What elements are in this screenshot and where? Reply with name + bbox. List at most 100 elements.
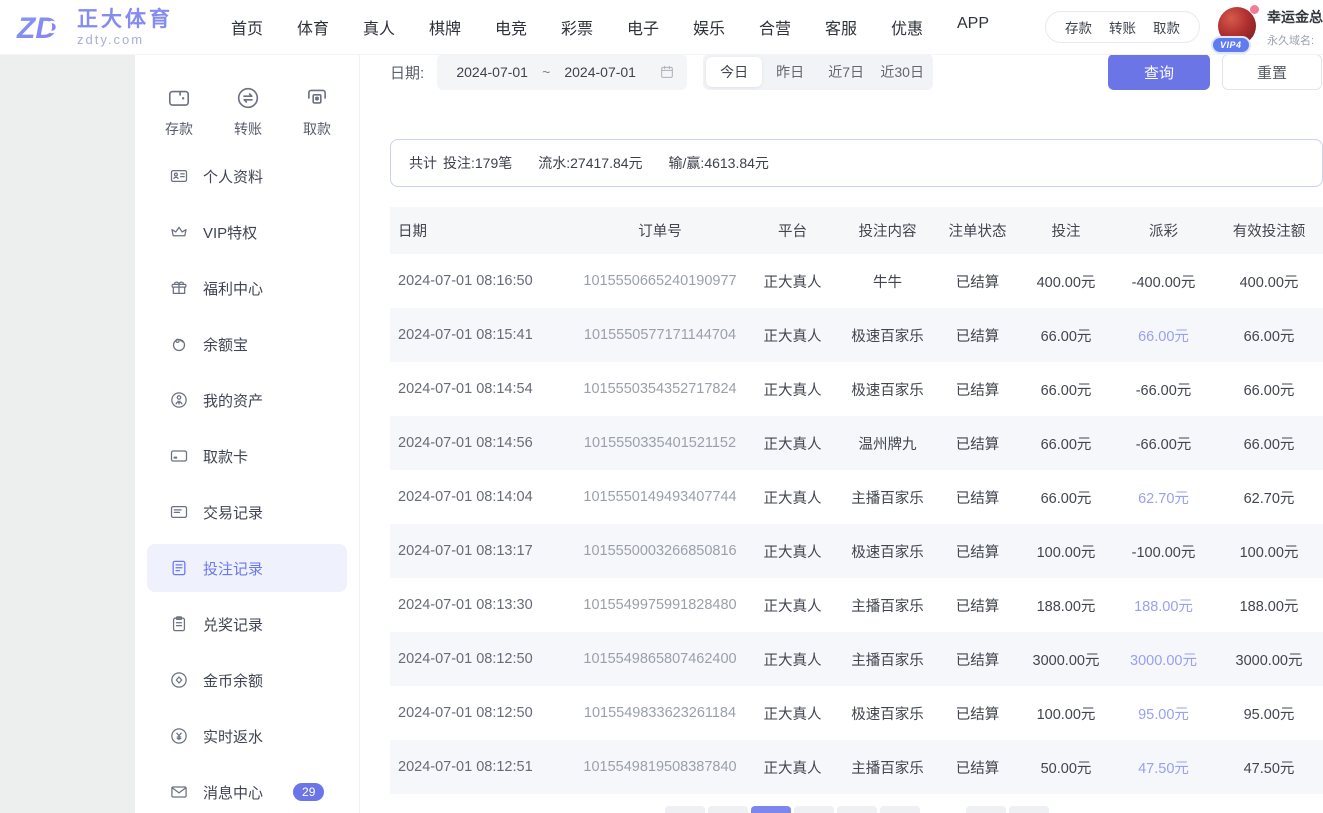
sidebar-item-rebate[interactable]: 实时返水 (147, 712, 347, 760)
cell-content: 牛牛 (873, 274, 902, 291)
nav-item-8[interactable]: 娱乐 (693, 15, 725, 39)
cell-date: 2024-07-01 08:16:50 (398, 273, 533, 289)
cell-content: 极速百家乐 (851, 706, 924, 723)
sidebar-item-label: 个人资料 (203, 168, 264, 186)
nav-item-2[interactable]: 体育 (297, 15, 329, 39)
nav-item-1[interactable]: 首页 (231, 15, 263, 39)
cell-payout: -66.00元 (1135, 382, 1192, 399)
reset-button[interactable]: 重置 (1222, 55, 1322, 90)
calendar-icon-slot (659, 64, 675, 80)
sidebar-item-crown[interactable]: VIP特权 (147, 208, 347, 256)
quick-range-1[interactable]: 今日 (706, 57, 763, 87)
date-to-value[interactable]: 2024-07-01 (557, 64, 643, 80)
sidebar-item-redeem[interactable]: 兑奖记录 (147, 600, 347, 648)
sidebar-item-coin[interactable]: 金币余额 (147, 656, 347, 704)
sidebar-item-gift[interactable]: 福利中心 (147, 264, 347, 312)
pagination-button-3[interactable] (750, 806, 791, 813)
cell-payout: -66.00元 (1135, 436, 1192, 453)
vip-badge: VIP4 (1211, 36, 1251, 54)
pagination-button-2[interactable] (707, 806, 748, 813)
cell-content: 主播百家乐 (851, 760, 924, 777)
nav-item-6[interactable]: 彩票 (561, 15, 593, 39)
pagination-button-9[interactable] (1008, 806, 1049, 813)
nav-item-5[interactable]: 电竞 (495, 15, 527, 39)
cell-valid: 62.70元 (1243, 490, 1295, 507)
wallet-action-2[interactable]: 转账 (1109, 17, 1136, 37)
summary-bar: 共计 投注:179笔 流水:27417.84元 输/赢:4613.84元 (390, 139, 1323, 187)
table-row: 2024-07-01 08:13:30 1015549975991828480 正大… (390, 578, 1323, 632)
wallet-action-3[interactable]: 取款 (1153, 17, 1180, 37)
quick-range-3[interactable]: 近7日 (818, 57, 874, 87)
sidebar-item-label: 余额宝 (203, 336, 249, 354)
sidebar-item-piggy-bank[interactable]: 余额宝 (147, 320, 347, 368)
cell-platform: 正大真人 (763, 760, 822, 777)
bets-table-head: 日期 订单号 平台 投注内容 注单状态 投注 派彩 有效投注额 (390, 207, 1323, 254)
pagination-button-1[interactable] (664, 806, 705, 813)
cell-date: 2024-07-01 08:12:50 (398, 705, 533, 721)
cell-valid: 47.50元 (1243, 760, 1295, 777)
sidebar-item-bank-card[interactable]: 取款卡 (147, 432, 347, 480)
sidebar-item-bets[interactable]: 投注记录 (147, 544, 347, 592)
nav-item-7[interactable]: 电子 (627, 15, 659, 39)
summary-item: 流水:27417.84元 (538, 155, 643, 171)
left-background-strip (0, 55, 135, 813)
nav-item-9[interactable]: 合营 (759, 15, 791, 39)
unread-count-badge: 29 (293, 783, 325, 801)
cell-order: 1015549865807462400 (583, 651, 737, 667)
cell-status: 已结算 (955, 652, 1000, 669)
wallet-actions-pill: 存款 转账 取款 (1045, 11, 1200, 43)
cell-content: 主播百家乐 (851, 598, 924, 615)
sidebar-item-label: 交易记录 (203, 504, 264, 522)
search-button[interactable]: 查询 (1108, 55, 1210, 90)
sidebar-item-assets[interactable]: 我的资产 (147, 376, 347, 424)
quick-action-label: 转账 (234, 121, 262, 137)
sidebar-item-transactions[interactable]: 交易记录 (147, 488, 347, 536)
main-nav: 首页 体育 真人 棋牌 电竞 彩票 电子 娱乐 合营 客服 优惠 APP (231, 15, 989, 39)
mail-icon (171, 786, 187, 798)
column-header-4: 投注内容 (840, 207, 935, 254)
quick-range-group: 今日 昨日 近7日 近30日 (703, 55, 934, 90)
nav-item-11[interactable]: 优惠 (891, 15, 923, 39)
pagination-button-8[interactable] (965, 806, 1006, 813)
bets-table-body: 2024-07-01 08:16:50 1015550665240190977 正大… (390, 254, 1323, 794)
date-range-input[interactable]: 2024-07-01 ~ 2024-07-01 (437, 55, 688, 90)
cell-date: 2024-07-01 08:15:41 (398, 327, 533, 343)
quick-range-2[interactable]: 昨日 (762, 57, 818, 87)
pagination-button-5[interactable] (836, 806, 877, 813)
nav-item-4[interactable]: 棋牌 (429, 15, 461, 39)
cell-content: 主播百家乐 (851, 652, 924, 669)
cell-bet: 188.00元 (1036, 598, 1096, 615)
nav-item-10[interactable]: 客服 (825, 15, 857, 39)
date-from-value[interactable]: 2024-07-01 (449, 64, 535, 80)
brand-logo[interactable]: ZD 正大体育 zdty.com (16, 7, 173, 47)
column-header-5: 注单状态 (935, 207, 1020, 254)
bets-icon (172, 560, 186, 576)
sidebar-item-label: 金币余额 (203, 672, 264, 690)
cell-platform: 正大真人 (763, 652, 822, 669)
cell-platform: 正大真人 (763, 706, 822, 723)
pagination-button-6[interactable] (879, 806, 920, 813)
nav-item-3[interactable]: 真人 (363, 15, 395, 39)
transactions-icon (170, 505, 188, 519)
avatar[interactable]: VIP4 (1211, 5, 1259, 54)
cell-payout: -400.00元 (1131, 274, 1196, 291)
wallet-action-1[interactable]: 存款 (1065, 17, 1092, 37)
pagination-button-4[interactable] (793, 806, 834, 813)
sidebar-item-mail[interactable]: 消息中心 29 (147, 768, 347, 813)
cell-payout: 3000.00元 (1130, 652, 1197, 669)
cell-status: 已结算 (955, 436, 1000, 453)
quick-action-wallet[interactable]: 存款 (165, 85, 193, 139)
quick-range-4[interactable]: 近30日 (874, 57, 930, 87)
sidebar-item-label: 实时返水 (203, 728, 264, 746)
cell-bet: 50.00元 (1040, 760, 1092, 777)
cell-valid: 100.00元 (1239, 544, 1299, 561)
bank-card-icon (170, 450, 188, 462)
sidebar-item-id-card[interactable]: 个人资料 (147, 152, 347, 200)
quick-action-withdraw[interactable]: 取款 (303, 85, 331, 139)
cell-bet: 66.00元 (1040, 490, 1092, 507)
nav-item-12[interactable]: APP (957, 15, 989, 39)
cell-payout: 62.70元 (1138, 490, 1189, 507)
quick-action-transfer[interactable]: 转账 (234, 85, 262, 139)
cell-status: 已结算 (955, 544, 1000, 561)
cell-bet: 100.00元 (1036, 544, 1096, 561)
